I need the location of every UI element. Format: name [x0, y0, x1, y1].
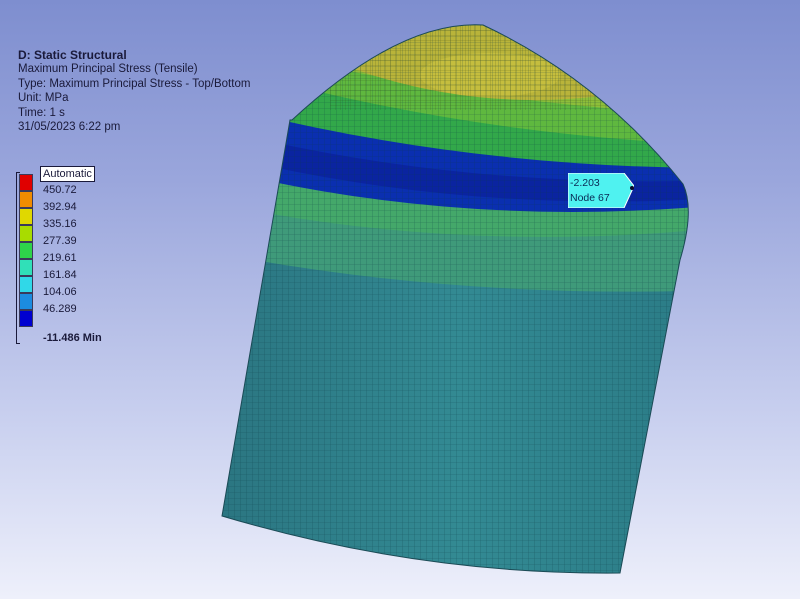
legend-swatch [19, 293, 33, 310]
probe-pin-marker [630, 186, 634, 190]
result-details: D: Static Structural Maximum Principal S… [18, 48, 250, 134]
result-unit: Unit: MPa [18, 92, 69, 105]
legend-swatch [19, 242, 33, 259]
probe-label[interactable]: -2.203 Node 67 [568, 173, 634, 208]
legend-value: 161.84 [43, 269, 77, 281]
legend-value: 277.39 [43, 235, 77, 247]
legend-value: 392.94 [43, 201, 77, 213]
legend-value: 219.61 [43, 252, 77, 264]
legend-swatch [19, 174, 33, 191]
result-type: Type: Maximum Principal Stress - Top/Bot… [18, 77, 251, 90]
legend-header[interactable]: Automatic [40, 166, 95, 182]
legend-value: 104.06 [43, 286, 77, 298]
legend-swatch [19, 259, 33, 276]
result-time: Time: 1 s [18, 106, 65, 119]
legend-swatch [19, 225, 33, 242]
legend-swatch [19, 310, 33, 327]
legend-swatch [19, 191, 33, 208]
legend-min-value: -11.486 Min [43, 332, 102, 344]
legend-value: 335.16 [43, 218, 77, 230]
color-legend[interactable]: Automatic 450.72 392.94 335.16 277.39 21… [16, 166, 146, 348]
legend-swatch [19, 208, 33, 225]
legend-swatch [19, 276, 33, 293]
stress-contour-bands [222, 24, 689, 574]
analysis-system-title: D: Static Structural [18, 48, 127, 62]
result-name: Maximum Principal Stress (Tensile) [18, 63, 198, 76]
legend-value: 450.72 [43, 184, 77, 196]
probe-node: Node 67 [570, 192, 610, 204]
legend-value: 46.289 [43, 303, 77, 315]
probe-value: -2.203 [570, 177, 600, 189]
result-date: 31/05/2023 6:22 pm [18, 121, 121, 134]
